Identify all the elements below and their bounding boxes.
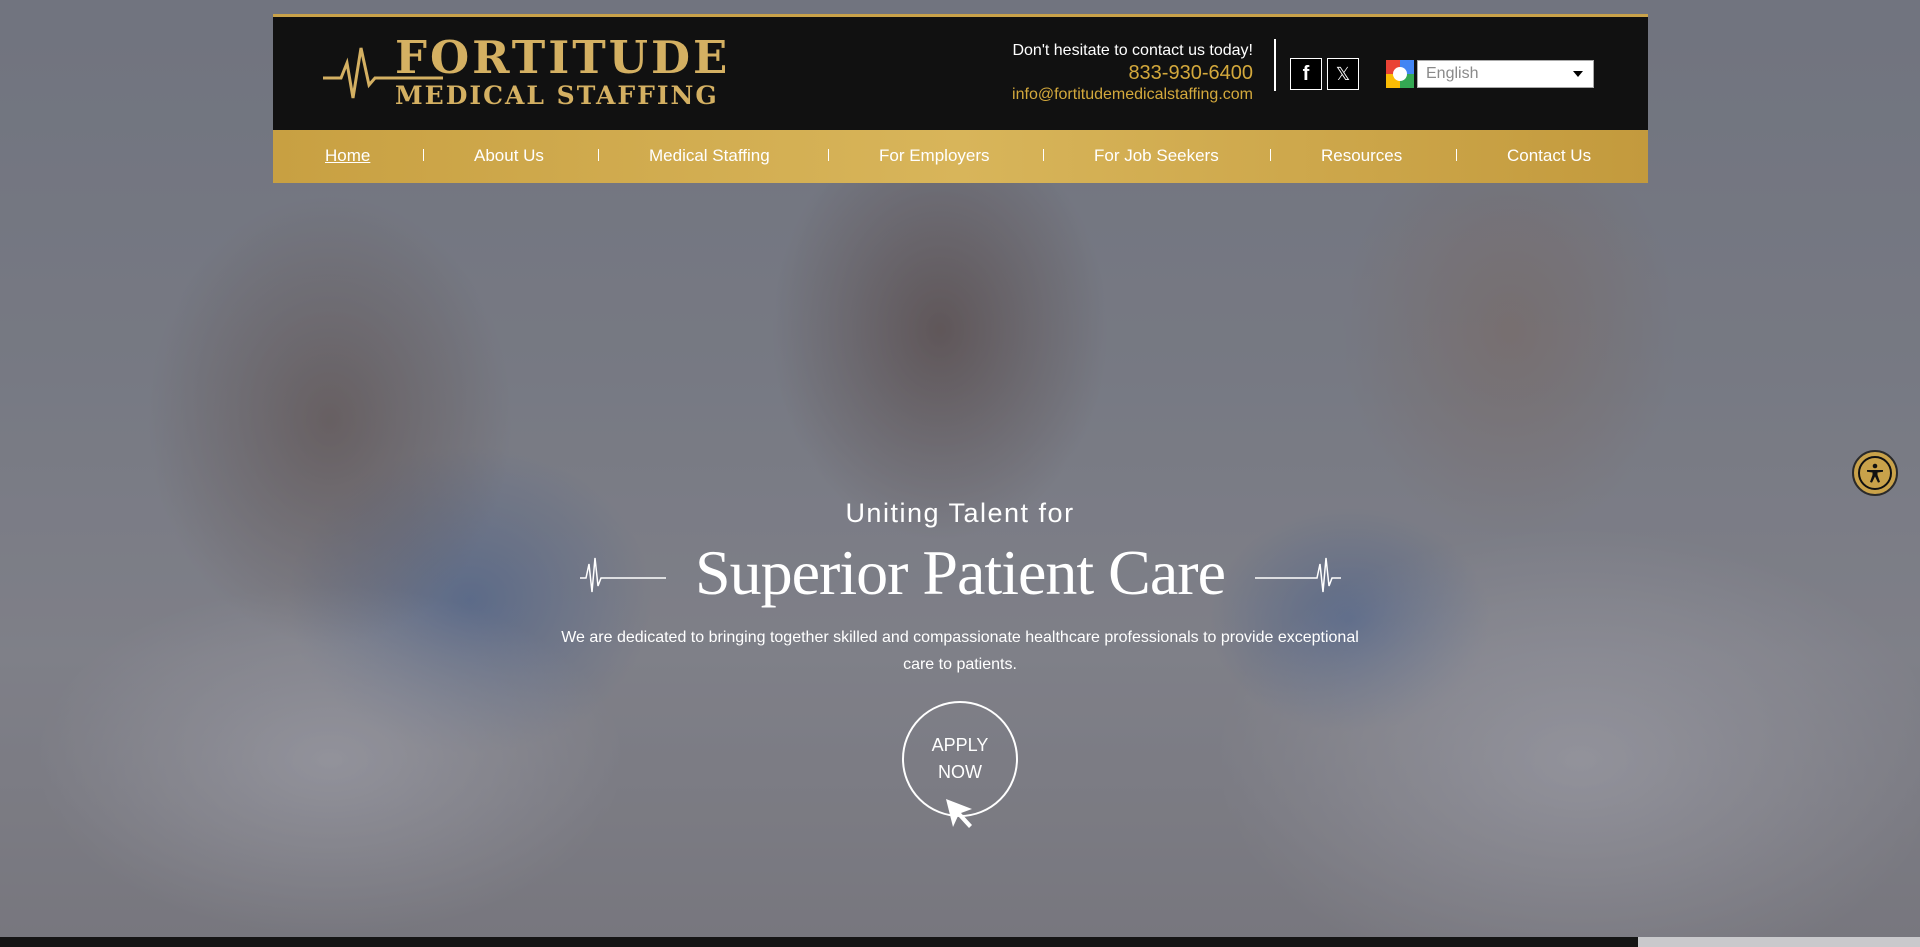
bottom-bar-edge (1638, 937, 1920, 947)
hero-subtitle: Uniting Talent for (845, 498, 1075, 528)
nav-separator (1270, 149, 1271, 161)
contact-tagline: Don't hesitate to contact us today! (1012, 42, 1253, 59)
nav-item-home[interactable]: Home (325, 146, 370, 166)
contact-email[interactable]: info@fortitudemedicalstaffing.com (1012, 85, 1253, 105)
nav-separator (598, 149, 599, 161)
contact-block: Don't hesitate to contact us today! 833-… (1012, 41, 1253, 105)
google-translate-icon (1386, 60, 1414, 88)
accessibility-button[interactable] (1852, 450, 1898, 496)
facebook-icon[interactable]: f (1290, 58, 1322, 90)
header-divider (1274, 39, 1276, 91)
apply-now-line2: NOW (938, 762, 982, 782)
nav-item-contact-us[interactable]: Contact Us (1507, 146, 1591, 166)
nav-item-for-job-seekers[interactable]: For Job Seekers (1094, 146, 1219, 166)
nav-item-resources[interactable]: Resources (1321, 146, 1402, 166)
x-icon[interactable]: 𝕏 (1327, 58, 1359, 90)
language-select[interactable]: English (1417, 60, 1594, 88)
main-nav: Home About Us Medical Staffing For Emplo… (273, 130, 1648, 183)
logo-subname: MEDICAL STAFFING (395, 81, 719, 110)
hero-title: Superior Patient Care (695, 537, 1226, 608)
language-select-value: English (1426, 65, 1479, 82)
heartbeat-divider-right (1255, 557, 1341, 593)
logo-name: FORTITUDE (395, 31, 731, 84)
chevron-down-icon (1573, 71, 1583, 77)
site-logo[interactable]: FORTITUDE MEDICAL STAFFING (323, 31, 743, 111)
site-header: FORTITUDE MEDICAL STAFFING Don't hesitat… (273, 14, 1648, 130)
nav-separator (423, 149, 424, 161)
accessibility-icon (1858, 456, 1892, 490)
apply-now-line1: APPLY (931, 735, 989, 755)
hero-description: We are dedicated to bringing together sk… (561, 629, 1359, 673)
nav-item-about-us[interactable]: About Us (474, 146, 544, 166)
nav-item-medical-staffing[interactable]: Medical Staffing (649, 146, 770, 166)
cursor-arrow-icon (946, 799, 972, 828)
nav-separator (828, 149, 829, 161)
nav-separator (1456, 149, 1457, 161)
bottom-bar (0, 937, 1638, 947)
nav-separator (1043, 149, 1044, 161)
nav-item-for-employers[interactable]: For Employers (879, 146, 990, 166)
contact-phone[interactable]: 833-930-6400 (1012, 61, 1253, 85)
